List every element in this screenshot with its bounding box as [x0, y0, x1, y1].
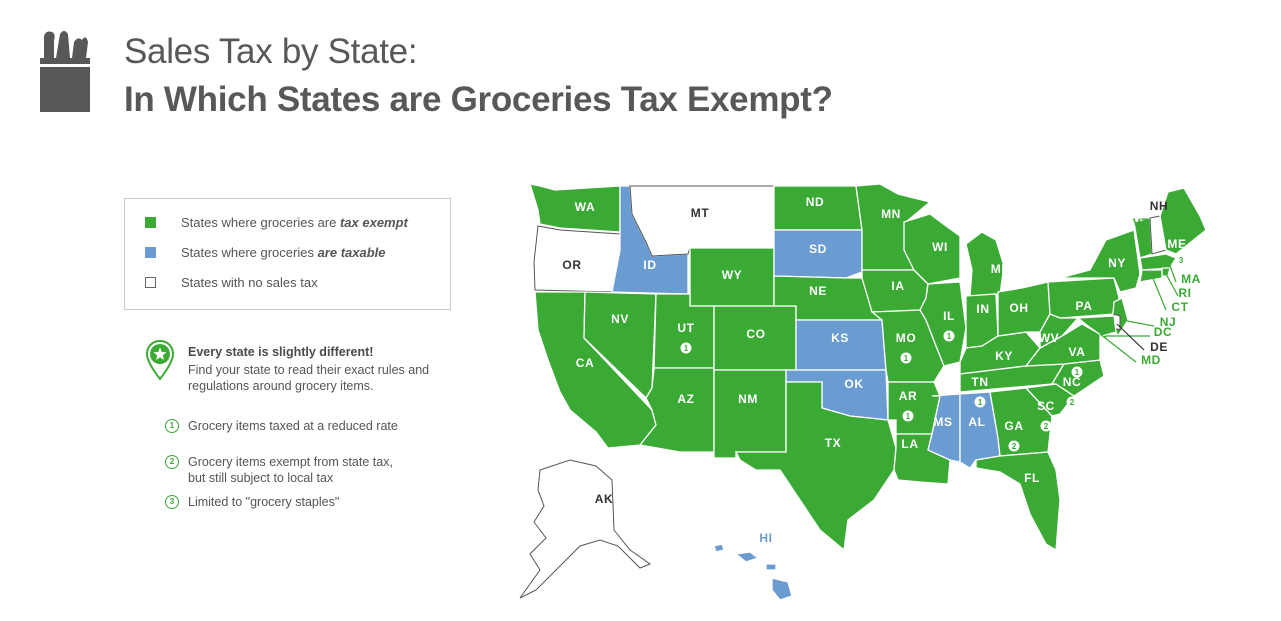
- callout-line-ri: [1165, 273, 1179, 297]
- state-label-wy: WY: [722, 268, 743, 282]
- state-label-oh: OH: [1009, 301, 1028, 315]
- callout-line-md: [1099, 333, 1137, 363]
- footnote-marker-number: 1: [904, 354, 909, 363]
- state-mt: [629, 185, 775, 257]
- state-ak: [519, 459, 652, 599]
- state-label-ri: RI: [1178, 286, 1191, 300]
- state-label-ak: AK: [595, 492, 614, 506]
- state-label-vt: VT: [1133, 216, 1150, 230]
- state-label-nv: NV: [611, 312, 629, 326]
- state-label-tx: TX: [825, 436, 842, 450]
- footnote-3: 3 Limited to "grocery staples": [165, 494, 418, 510]
- state-label-de: DE: [1150, 340, 1168, 354]
- footnote-marker-number: 2: [1070, 398, 1075, 407]
- state-label-az: AZ: [677, 392, 694, 406]
- state-label-mn: MN: [881, 207, 901, 221]
- state-label-ma: MA: [1181, 272, 1201, 286]
- state-ct: [1139, 269, 1163, 283]
- state-label-fl: FL: [1024, 471, 1040, 485]
- state-label-id: ID: [643, 258, 656, 272]
- footnote-marker-number: 1: [978, 398, 983, 407]
- state-label-nm: NM: [738, 392, 758, 406]
- footnote-1: 1 Grocery items taxed at a reduced rate: [165, 418, 418, 434]
- state-label-la: LA: [901, 437, 918, 451]
- state-label-il: IL: [943, 309, 955, 323]
- state-label-ga: GA: [1004, 419, 1023, 433]
- footnote-marker-number: 1: [684, 344, 689, 353]
- state-label-pa: PA: [1076, 299, 1093, 313]
- footnote-marker-number: 2: [1044, 422, 1049, 431]
- state-label-nd: ND: [806, 195, 825, 209]
- state-label-wv: WV: [1039, 331, 1060, 345]
- legend-text: States where groceries are: [181, 215, 340, 230]
- footnote-marker-number: 2: [1012, 442, 1017, 451]
- footnote-marker-number: 1: [947, 332, 952, 341]
- state-label-ia: IA: [891, 279, 904, 293]
- state-label-mo: MO: [896, 331, 917, 345]
- note-title: Every state is slightly different!: [188, 345, 374, 359]
- callout-line-de: [1116, 323, 1145, 351]
- state-label-ct: CT: [1171, 300, 1188, 314]
- state-label-or: OR: [562, 258, 581, 272]
- callout-line-ct: [1151, 275, 1167, 311]
- legend-item-no-tax: States with no sales tax: [145, 275, 318, 290]
- footnote-marker-number: 1: [906, 412, 911, 421]
- footnote-text: Grocery items taxed at a reduced rate: [188, 419, 398, 433]
- star-pin-icon: [145, 339, 175, 381]
- state-label-me: ME: [1167, 237, 1186, 251]
- state-label-wa: WA: [575, 200, 596, 214]
- title-line2: In Which States are Groceries Tax Exempt…: [124, 80, 833, 119]
- us-map: WA OR CA ID NV MT WY UT 1 AZ CO NM ND SD NE KS OK TX MN IA M…: [519, 183, 1207, 601]
- footnote-number: 2: [165, 455, 179, 469]
- state-label-ar: AR: [899, 389, 918, 403]
- state-label-ca: CA: [576, 356, 595, 370]
- state-label-hi: HI: [759, 531, 772, 545]
- state-label-mi: MI: [991, 262, 1006, 276]
- legend-swatch-exempt: [145, 217, 156, 228]
- state-label-va: VA: [1069, 345, 1086, 359]
- state-label-md: MD: [1141, 353, 1161, 367]
- footnote-2: 2 Grocery items exempt from state tax, b…: [165, 454, 410, 486]
- grocery-bag-icon: [40, 31, 90, 112]
- state-label-ny: NY: [1108, 256, 1126, 270]
- footnote-text: Limited to "grocery staples": [188, 495, 340, 509]
- state-label-ne: NE: [809, 284, 827, 298]
- state-label-co: CO: [746, 327, 765, 341]
- footnote-number: 3: [165, 495, 179, 509]
- state-label-mt: MT: [691, 206, 710, 220]
- legend-text: States with no sales tax: [181, 275, 318, 290]
- state-ks: [795, 319, 887, 371]
- state-label-ms: MS: [933, 415, 952, 429]
- legend-swatch-taxable: [145, 247, 156, 258]
- state-label-ks: KS: [831, 331, 849, 345]
- state-label-in: IN: [976, 302, 989, 316]
- legend-text: States where groceries: [181, 245, 318, 260]
- state-label-wi: WI: [932, 240, 948, 254]
- state-label-ut: UT: [677, 321, 694, 335]
- state-nm: [713, 369, 787, 459]
- note-body: Find your state to read their exact rule…: [188, 363, 430, 393]
- state-label-ok: OK: [844, 377, 863, 391]
- legend-swatch-no-tax: [145, 277, 156, 288]
- legend-item-exempt: States where groceries are tax exempt: [145, 215, 408, 230]
- state-label-dc: DC: [1154, 325, 1173, 339]
- state-label-ky: KY: [995, 349, 1013, 363]
- title-line1: Sales Tax by State:: [124, 32, 418, 71]
- state-label-sd: SD: [809, 242, 827, 256]
- footnote-number: 1: [165, 419, 179, 433]
- footnote-marker-number: 3: [1179, 256, 1184, 265]
- state-label-nh: NH: [1150, 199, 1169, 213]
- state-label-sc: SC: [1037, 399, 1055, 413]
- footnote-marker-number: 1: [1075, 368, 1080, 377]
- legend: States where groceries are tax exempt St…: [124, 198, 451, 310]
- legend-emphasis: are taxable: [317, 245, 386, 260]
- legend-item-taxable: States where groceries are taxable: [145, 245, 386, 260]
- state-fl: [975, 451, 1061, 552]
- footnote-text: Grocery items exempt from state tax, but…: [188, 455, 393, 485]
- legend-emphasis: tax exempt: [339, 215, 408, 230]
- state-label-al: AL: [968, 415, 985, 429]
- state-hi: [713, 543, 793, 601]
- callout-line-ma: [1169, 265, 1177, 283]
- state-label-tn: TN: [971, 375, 988, 389]
